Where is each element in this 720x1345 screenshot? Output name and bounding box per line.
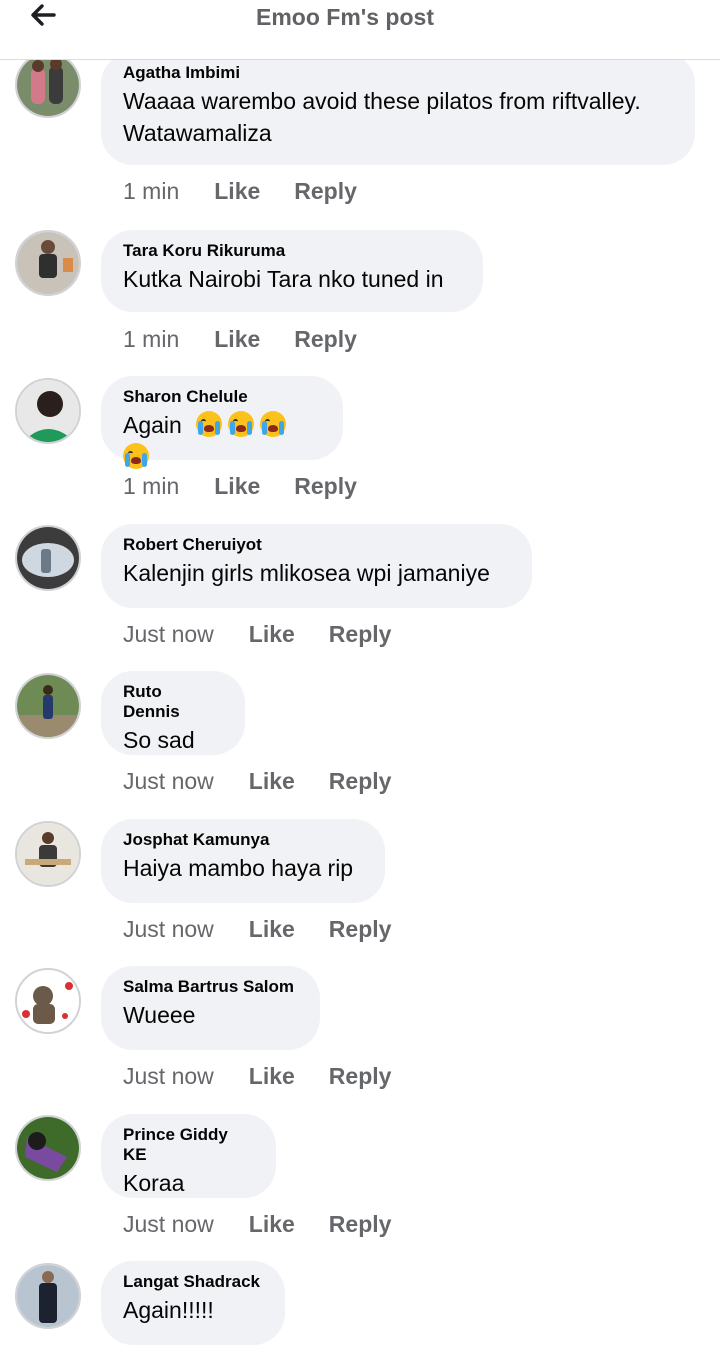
like-button[interactable]: Like xyxy=(214,326,260,353)
avatar[interactable] xyxy=(15,52,81,118)
comment-author[interactable]: Tara Koru Rikuruma xyxy=(123,241,461,261)
comment-actions: Just now Like Reply xyxy=(123,916,391,943)
comment-text-line: Haiya mambo haya rip xyxy=(123,855,354,881)
avatar-photo xyxy=(17,970,79,1032)
comment-text-line: Kalenjin girls mlikosea wpi jamaniye xyxy=(123,560,490,586)
like-button[interactable]: Like xyxy=(249,1063,295,1090)
comment-author[interactable]: Langat Shadrack xyxy=(123,1272,263,1292)
reply-button[interactable]: Reply xyxy=(329,1063,392,1090)
like-button[interactable]: Like xyxy=(214,473,260,500)
comment-actions: Just now Like Reply xyxy=(123,621,391,648)
reply-button[interactable]: Reply xyxy=(294,473,357,500)
comment-bubble[interactable]: Tara Koru Rikuruma Kutka Nairobi Tara nk… xyxy=(101,230,483,312)
reply-button[interactable]: Reply xyxy=(329,768,392,795)
comment-text-line: Koraa xyxy=(123,1170,185,1196)
comment-actions: 1 min Like Reply xyxy=(123,178,357,205)
avatar[interactable] xyxy=(15,525,81,591)
comment-text-line: Watawamaliza xyxy=(123,120,272,146)
crying-emoji-icon xyxy=(123,443,149,469)
avatar[interactable] xyxy=(15,968,81,1034)
comment-time[interactable]: Just now xyxy=(123,916,214,943)
comment-author[interactable]: Sharon Chelule xyxy=(123,387,321,407)
comment-text-row: Again xyxy=(123,409,321,473)
avatar-photo xyxy=(17,1265,79,1327)
comment-time[interactable]: 1 min xyxy=(123,178,179,205)
comment-actions: Just now Like Reply xyxy=(123,1211,391,1238)
crying-emoji-icon xyxy=(228,411,255,437)
comment-actions: 1 min Like Reply xyxy=(123,326,357,353)
comment-time[interactable]: Just now xyxy=(123,1211,214,1238)
comment-actions: Just now Like Reply xyxy=(123,1063,391,1090)
reply-button[interactable]: Reply xyxy=(329,916,392,943)
avatar[interactable] xyxy=(15,230,81,296)
avatar[interactable] xyxy=(15,1115,81,1181)
comment-author[interactable]: Ruto Dennis xyxy=(123,682,223,722)
comment-bubble[interactable]: Robert Cheruiyot Kalenjin girls mlikosea… xyxy=(101,524,532,608)
comment-bubble[interactable]: Ruto Dennis So sad xyxy=(101,671,245,755)
avatar-photo xyxy=(17,54,79,116)
avatar-photo xyxy=(17,527,79,589)
comment-text-line: Wueee xyxy=(123,1002,196,1028)
comment-text-line: So sad xyxy=(123,727,195,753)
comment-author[interactable]: Prince Giddy KE xyxy=(123,1125,254,1165)
comment-time[interactable]: 1 min xyxy=(123,473,179,500)
comment-text-line: Again xyxy=(123,412,182,438)
avatar-photo xyxy=(17,380,79,442)
like-button[interactable]: Like xyxy=(249,768,295,795)
comment-actions: 1 min Like Reply xyxy=(123,473,357,500)
page-title: Emoo Fm's post xyxy=(256,4,434,30)
comment-bubble[interactable]: Prince Giddy KE Koraa xyxy=(101,1114,276,1198)
comment-time[interactable]: Just now xyxy=(123,621,214,648)
comment-author[interactable]: Robert Cheruiyot xyxy=(123,535,510,555)
comment-actions: Just now Like Reply xyxy=(123,768,391,795)
reply-button[interactable]: Reply xyxy=(294,326,357,353)
comment-bubble[interactable]: Josphat Kamunya Haiya mambo haya rip xyxy=(101,819,385,903)
comment-bubble[interactable]: Salma Bartrus Salom Wueee xyxy=(101,966,320,1050)
crying-emoji-icon xyxy=(196,411,223,437)
reply-button[interactable]: Reply xyxy=(294,178,357,205)
avatar[interactable] xyxy=(15,673,81,739)
avatar-photo xyxy=(17,232,79,294)
comment-time[interactable]: Just now xyxy=(123,1063,214,1090)
comment-author[interactable]: Agatha Imbimi xyxy=(123,63,673,83)
like-button[interactable]: Like xyxy=(249,621,295,648)
comment-time[interactable]: Just now xyxy=(123,768,214,795)
crying-emoji-icon xyxy=(260,411,287,437)
avatar[interactable] xyxy=(15,378,81,444)
reply-button[interactable]: Reply xyxy=(329,1211,392,1238)
like-button[interactable]: Like xyxy=(214,178,260,205)
comment-text-line: Again!!!!! xyxy=(123,1297,214,1323)
comment-bubble[interactable]: Sharon Chelule Again xyxy=(101,376,343,469)
comment-bubble[interactable]: Agatha Imbimi Waaaa warembo avoid these … xyxy=(101,52,695,165)
header-bar: Emoo Fm's post xyxy=(0,0,720,60)
avatar-photo xyxy=(17,675,79,737)
comment-text-line: Waaaa warembo avoid these pilatos from r… xyxy=(123,88,641,114)
comment-author[interactable]: Josphat Kamunya xyxy=(123,830,363,850)
like-button[interactable]: Like xyxy=(249,1211,295,1238)
comment-bubble[interactable]: Langat Shadrack Again!!!!! xyxy=(101,1261,285,1345)
avatar[interactable] xyxy=(15,821,81,887)
comment-list: Agatha Imbimi Waaaa warembo avoid these … xyxy=(0,0,720,1345)
comment-time[interactable]: 1 min xyxy=(123,326,179,353)
avatar[interactable] xyxy=(15,1263,81,1329)
comment-author[interactable]: Salma Bartrus Salom xyxy=(123,977,298,997)
like-button[interactable]: Like xyxy=(249,916,295,943)
avatar-photo xyxy=(17,1117,79,1179)
reply-button[interactable]: Reply xyxy=(329,621,392,648)
comment-text-line: Kutka Nairobi Tara nko tuned in xyxy=(123,266,444,292)
avatar-photo xyxy=(17,823,79,885)
